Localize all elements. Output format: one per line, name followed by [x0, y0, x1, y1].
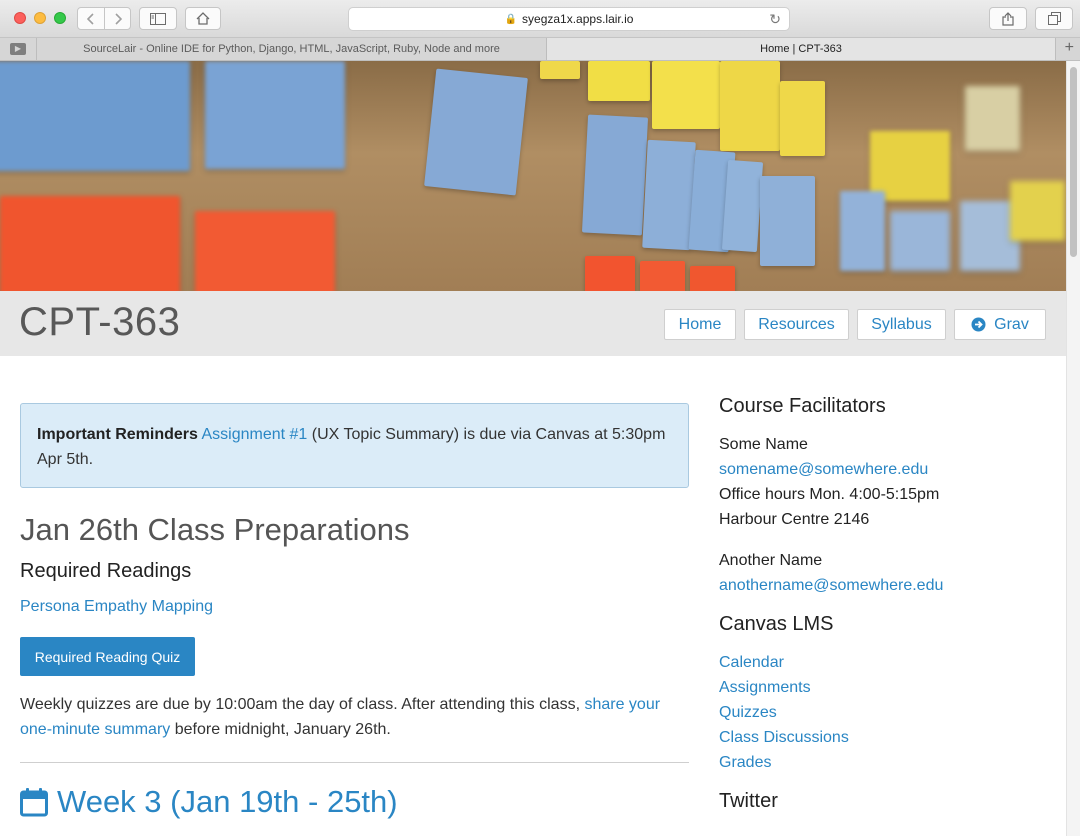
history-nav-group [77, 7, 131, 30]
share-button[interactable] [989, 7, 1027, 30]
page-viewport: CPT-363 Home Resources Syllabus Grav Imp… [0, 61, 1080, 836]
alert-title: Important Reminders [37, 426, 198, 443]
tab-home-cpt363[interactable]: Home | CPT-363 [546, 38, 1056, 60]
scrollbar-thumb[interactable] [1070, 67, 1077, 257]
facilitator-email-link[interactable]: somename@somewhere.edu [719, 457, 928, 482]
section-title: Jan 26th Class Preparations [20, 512, 410, 547]
facilitator-name: Another Name [719, 552, 823, 569]
facilitator-email-link[interactable]: anothername@somewhere.edu [719, 573, 943, 598]
site-header: CPT-363 Home Resources Syllabus Grav [0, 291, 1066, 356]
facilitator-name: Some Name [719, 436, 808, 453]
home-button[interactable] [185, 7, 221, 30]
lms-link-discussions[interactable]: Class Discussions [719, 725, 849, 750]
lms-link-assignments[interactable]: Assignments [719, 675, 811, 700]
back-button[interactable] [78, 8, 104, 29]
tab-sourcelair[interactable]: SourceLair - Online IDE for Python, Djan… [36, 38, 546, 60]
quiz-instructions: Weekly quizzes are due by 10:00am the da… [20, 692, 689, 742]
address-bar[interactable]: 🔒 syegza1x.apps.lair.io ↻ [348, 7, 790, 31]
url-text: syegza1x.apps.lair.io [522, 12, 634, 26]
reading-link[interactable]: Persona Empathy Mapping [20, 598, 213, 616]
lms-heading: Canvas LMS [719, 613, 834, 635]
nav-home-button[interactable]: Home [664, 309, 736, 340]
facilitators-heading: Course Facilitators [719, 395, 886, 417]
calendar-icon [20, 788, 48, 817]
nav-syllabus-button[interactable]: Syllabus [857, 309, 946, 340]
nav-resources-button[interactable]: Resources [744, 309, 849, 340]
sidebar-toggle-button[interactable] [139, 7, 177, 30]
site-title[interactable]: CPT-363 [19, 300, 180, 345]
window-minimize-button[interactable] [34, 12, 46, 24]
readings-heading: Required Readings [20, 560, 192, 582]
share-icon [1002, 11, 1014, 26]
twitter-heading: Twitter [719, 790, 778, 812]
show-tabs-button[interactable] [1035, 7, 1073, 30]
office-location: Harbour Centre 2146 [719, 511, 870, 528]
new-tab-button[interactable]: + [1065, 39, 1074, 57]
reminder-alert: Important Reminders Assignment #1 (UX To… [20, 403, 689, 488]
arrow-circle-right-icon [971, 317, 986, 332]
lock-icon: 🔒 [504, 13, 518, 25]
chevron-right-icon [114, 12, 122, 25]
week-heading[interactable]: Week 3 (Jan 19th - 25th) [20, 784, 398, 820]
forward-button[interactable] [104, 8, 130, 29]
window-close-button[interactable] [14, 12, 26, 24]
assignment-link[interactable]: Assignment #1 [201, 426, 307, 443]
hero-banner-image [0, 61, 1066, 291]
tab-overview-icon[interactable]: ▶ [10, 43, 26, 55]
sidebar-icon [150, 12, 166, 25]
lms-link-grades[interactable]: Grades [719, 750, 771, 775]
reload-icon[interactable]: ↻ [769, 11, 781, 28]
nav-grav-button[interactable]: Grav [954, 309, 1046, 340]
page-scrollbar[interactable] [1066, 61, 1080, 836]
instructions-text-before: Weekly quizzes are due by 10:00am the da… [20, 696, 585, 713]
section-divider [20, 762, 689, 763]
week-title: Week 3 (Jan 19th - 25th) [57, 784, 398, 819]
browser-titlebar: 🔒 syegza1x.apps.lair.io ↻ [0, 0, 1080, 38]
nav-grav-label: Grav [994, 315, 1029, 333]
instructions-text-after: before midnight, January 26th. [170, 721, 391, 738]
window-maximize-button[interactable] [54, 12, 66, 24]
tab-bar: ▶ SourceLair - Online IDE for Python, Dj… [0, 38, 1080, 61]
lms-link-calendar[interactable]: Calendar [719, 650, 784, 675]
lms-link-quizzes[interactable]: Quizzes [719, 700, 777, 725]
office-hours: Office hours Mon. 4:00-5:15pm [719, 486, 940, 503]
chevron-left-icon [87, 12, 94, 25]
home-icon [196, 12, 210, 25]
reading-quiz-button[interactable]: Required Reading Quiz [20, 637, 195, 676]
tabs-icon [1047, 12, 1061, 25]
